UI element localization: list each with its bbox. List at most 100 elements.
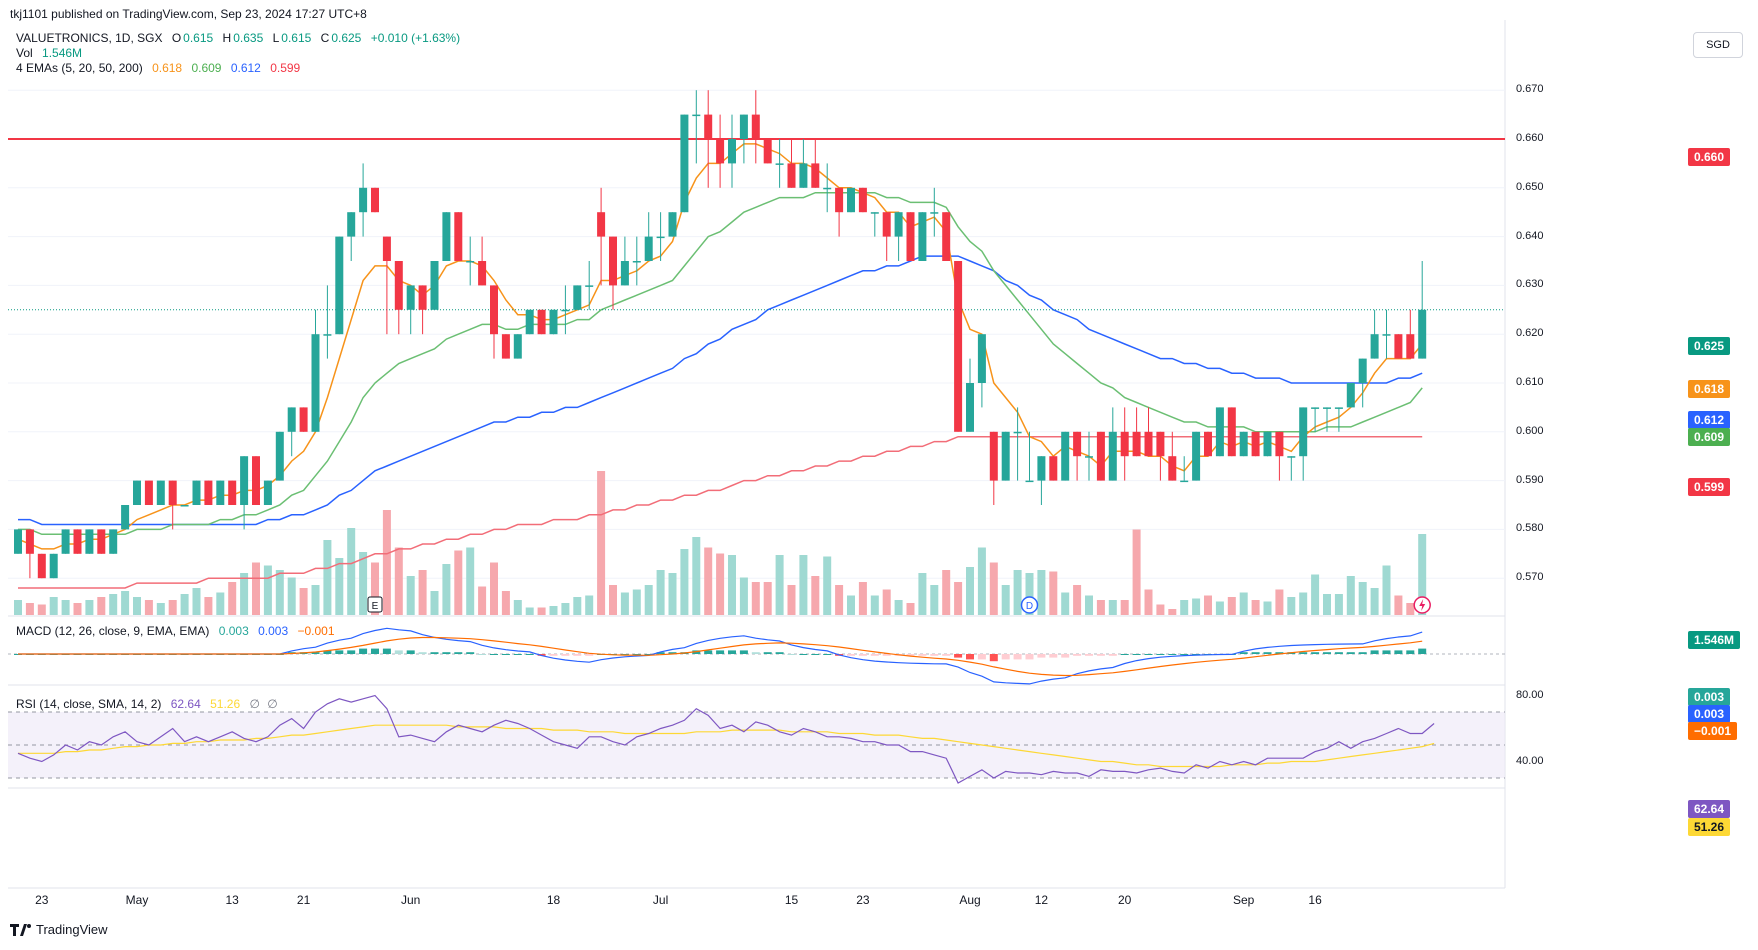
macd-hist-bar	[1370, 650, 1379, 654]
candle-body	[1001, 431, 1010, 481]
dividend-marker-label: D	[1026, 601, 1033, 612]
macd-hist-bar	[585, 654, 594, 656]
candle-body	[382, 236, 391, 261]
macd-hist-bar	[1073, 654, 1082, 656]
candle-body	[1108, 431, 1117, 481]
candle-body	[418, 285, 427, 310]
macd-hist-bar	[1001, 654, 1010, 660]
macd-hist-bar	[858, 654, 867, 656]
candle-body	[144, 480, 153, 505]
candle-body	[1204, 431, 1212, 457]
volume-bar	[966, 567, 974, 615]
candle-body	[180, 505, 189, 507]
candle-body	[728, 139, 736, 164]
candle-body	[906, 212, 915, 261]
volume-bar	[858, 582, 867, 615]
macd-hist-bar	[1108, 654, 1117, 656]
volume-bar	[1334, 594, 1343, 615]
volume-bar	[1239, 592, 1248, 615]
volume-bar	[835, 585, 844, 615]
price-axis-label: 0.660	[1516, 132, 1544, 144]
candle-body	[1239, 431, 1248, 457]
volume-bar	[478, 586, 487, 615]
candle-body	[525, 309, 534, 335]
volume-bar	[823, 556, 832, 615]
candle-body	[942, 212, 951, 261]
candle-body	[109, 529, 118, 554]
macd-hist-bar	[1096, 654, 1105, 656]
volume-bar	[1299, 592, 1308, 615]
macd-hist-bar	[823, 654, 832, 655]
volume-bar	[561, 603, 570, 615]
volume-bar	[109, 594, 118, 615]
candle-body	[228, 480, 237, 505]
macd-hist-bar	[1180, 654, 1189, 655]
candle-body	[347, 212, 356, 237]
candle-body	[775, 163, 784, 165]
tradingview-logo[interactable]: TradingView	[10, 922, 108, 937]
volume-bar	[1013, 570, 1022, 615]
candle-body	[192, 480, 201, 505]
candle-body	[1346, 383, 1355, 408]
volume-bar	[49, 597, 58, 615]
macd-hist-bar	[763, 652, 772, 654]
volume-bar	[406, 576, 415, 615]
volume-bar	[61, 600, 70, 615]
volume-bar	[85, 600, 94, 615]
volume-bar	[359, 552, 368, 615]
volume-bar	[716, 553, 725, 615]
candle-body	[394, 261, 403, 310]
candle-body	[644, 236, 653, 261]
macd-hist-bar	[1334, 652, 1343, 654]
candle-body	[454, 212, 463, 261]
macd-hist-bar	[1263, 652, 1272, 654]
volume-bar	[644, 585, 653, 615]
brand-name: TradingView	[36, 922, 108, 937]
candle-body	[668, 212, 677, 237]
volume-bar	[1275, 589, 1284, 615]
price-axis-label: 0.670	[1516, 83, 1544, 96]
volume-bar	[299, 588, 308, 615]
volume-bar	[430, 591, 439, 615]
macd-hist-bar	[1013, 654, 1022, 660]
price-chart[interactable]: ED	[0, 0, 1758, 950]
volume-bar	[1370, 588, 1379, 615]
candle-body	[763, 139, 772, 164]
volume-bar	[1156, 604, 1165, 615]
volume-bar	[704, 547, 713, 615]
ema5-price-tag: 0.618	[1688, 380, 1731, 398]
macd-hist-bar	[716, 650, 725, 654]
candle-body	[466, 261, 475, 263]
candle-body	[478, 261, 487, 286]
volume-bar	[168, 600, 177, 615]
macd-hist-bar	[1346, 652, 1355, 654]
candle-body	[966, 383, 974, 432]
candle-body	[1215, 407, 1224, 457]
volume-bar	[1323, 594, 1331, 615]
candle-body	[490, 285, 498, 335]
candle-body	[335, 236, 344, 335]
volume-bar	[656, 570, 665, 615]
volume-bar	[394, 547, 403, 615]
macd-hist-bar	[954, 654, 963, 658]
volume-bar	[847, 595, 855, 615]
time-axis-label: 23	[856, 893, 870, 907]
volume-bar	[609, 585, 617, 615]
volume-bar	[97, 597, 106, 615]
volume-bar	[1037, 570, 1046, 615]
candle-body	[311, 334, 320, 432]
macd-hist-bar	[1382, 650, 1391, 654]
macd-hist-bar	[1037, 654, 1046, 658]
candle-body	[25, 529, 34, 554]
macd-hist-bar	[418, 652, 427, 654]
ema200-price-tag: 0.599	[1688, 478, 1731, 496]
signal-line	[18, 636, 1423, 677]
rsi-sma-tag: 51.26	[1688, 818, 1731, 836]
volume-bar	[787, 585, 796, 615]
candle-body	[1180, 480, 1189, 483]
candle-body	[1144, 431, 1153, 457]
volume-bar	[918, 573, 927, 615]
rsi-tag: 62.64	[1688, 800, 1731, 818]
volume-bar	[14, 600, 22, 615]
macd-hist-bar	[739, 650, 748, 654]
